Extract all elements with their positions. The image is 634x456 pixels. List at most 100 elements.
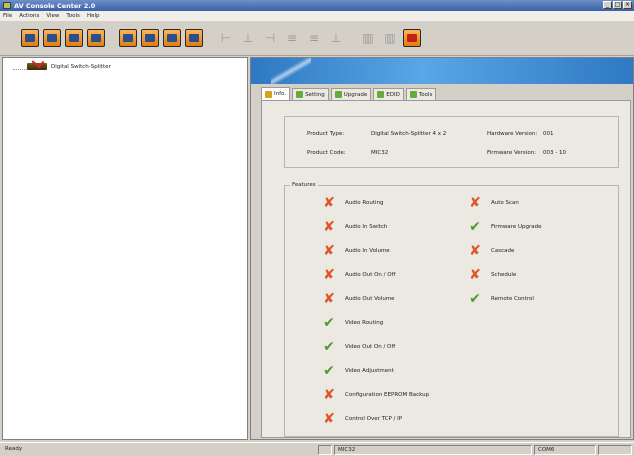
feature-label: Remote Control <box>491 296 534 302</box>
same-width-icon[interactable]: ▥ <box>359 29 377 47</box>
check-icon: ✔ <box>469 219 481 235</box>
feature-item: ✘ Configuration EEPROM Backup <box>321 388 429 402</box>
status-extra <box>598 445 632 455</box>
menu-file[interactable]: File <box>3 13 12 19</box>
tab-info[interactable]: Info. <box>261 87 291 100</box>
check-icon: ✔ <box>323 315 335 331</box>
align-middle-icon[interactable]: ≡ <box>305 29 323 47</box>
app-icon <box>3 2 11 9</box>
info-icon <box>265 90 272 98</box>
cross-icon: ✘ <box>469 243 481 259</box>
menu-tools[interactable]: Tools <box>66 13 80 19</box>
cross-icon: ✘ <box>323 411 335 427</box>
feature-item: ✘ Audio Out On / Off <box>321 268 395 282</box>
tab-info-label: Info. <box>274 91 287 97</box>
cross-icon: ✘ <box>469 267 481 283</box>
align-right-icon[interactable]: ⊣ <box>261 29 279 47</box>
export-icon[interactable] <box>87 29 105 47</box>
close-button[interactable]: × <box>623 1 632 9</box>
disconnect-icon[interactable] <box>141 29 159 47</box>
cross-icon: ✘ <box>323 219 335 235</box>
feature-item: ✘ Audio Out Volume <box>321 292 395 306</box>
feature-label: Auto Scan <box>491 200 519 206</box>
product-info-box: Product Type: Digital Switch-Splitter 4 … <box>284 116 619 168</box>
feature-label: Video Routing <box>345 320 384 326</box>
minimize-button[interactable]: _ <box>603 1 612 9</box>
device-tree: Digital Switch-Splitter <box>2 57 248 440</box>
check-icon: ✔ <box>323 339 335 355</box>
features-legend: Features <box>290 182 318 188</box>
align-center-icon[interactable]: ⊥ <box>239 29 257 47</box>
feature-item: ✔ Firmware Upgrade <box>467 220 541 234</box>
firmware-version-value: 003 - 10 <box>543 150 566 156</box>
window-controls: _ □ × <box>603 1 632 9</box>
open-folder-icon[interactable] <box>21 29 39 47</box>
window-title: AV Console Center 2.0 <box>14 1 96 10</box>
grid-icon[interactable] <box>185 29 203 47</box>
status-bar: Ready MIC32 COM6 <box>0 442 634 456</box>
feature-item: ✘ Audio Routing <box>321 196 383 210</box>
feature-item: ✘ Schedule <box>467 268 516 282</box>
menu-bar: File Actions View Tools Help <box>0 11 634 21</box>
check-icon: ✔ <box>323 363 335 379</box>
cross-icon: ✘ <box>323 387 335 403</box>
feature-label: Audio Routing <box>345 200 384 206</box>
same-height-icon[interactable]: ▥ <box>381 29 399 47</box>
menu-help[interactable]: Help <box>87 13 100 19</box>
tab-edid-label: EDID <box>386 91 400 98</box>
tab-upgrade[interactable]: Upgrade <box>330 88 372 100</box>
save-as-icon[interactable] <box>65 29 83 47</box>
feature-item: ✘ Auto Scan <box>467 196 519 210</box>
cross-icon: ✘ <box>323 267 335 283</box>
tree-line <box>13 69 27 70</box>
settings-icon[interactable] <box>403 29 421 47</box>
feature-label: Video Adjustment <box>345 368 394 374</box>
feature-label: Configuration EEPROM Backup <box>345 392 430 398</box>
feature-label: Audio Out Volume <box>345 296 395 302</box>
feature-item: ✔ Video Routing <box>321 316 383 330</box>
title-bar: AV Console Center 2.0 _ □ × <box>0 0 634 11</box>
product-type-label: Product Type: <box>307 131 345 137</box>
cross-icon: ✘ <box>323 243 335 259</box>
toolbar: ⊢ ⊥ ⊣ ≡ ≡ ⊥ ▥ ▥ <box>0 21 634 56</box>
feature-item: ✘ Audio In Volume <box>321 244 390 258</box>
feature-item: ✔ Video Adjustment <box>321 364 394 378</box>
banner <box>251 58 633 84</box>
cross-icon: ✘ <box>469 195 481 211</box>
feature-item: ✔ Video Out On / Off <box>321 340 395 354</box>
menu-actions[interactable]: Actions <box>19 13 39 19</box>
binoculars-icon[interactable] <box>119 29 137 47</box>
tab-setting[interactable]: Setting <box>292 88 329 100</box>
info-tab-panel: Product Type: Digital Switch-Splitter 4 … <box>261 100 631 438</box>
feature-item: ✘ Audio In Switch <box>321 220 387 234</box>
product-code-label: Product Code: <box>307 150 346 156</box>
feature-item: ✘ Cascade <box>467 244 514 258</box>
feature-label: Control Over TCP / IP <box>345 416 403 422</box>
product-code-value: MIC32 <box>371 150 389 156</box>
tab-edid[interactable]: EDID <box>373 88 404 100</box>
setting-icon <box>296 91 304 98</box>
tab-bar: Info. Setting Upgrade EDID Tools <box>261 87 437 100</box>
save-icon[interactable] <box>43 29 61 47</box>
status-port: COM6 <box>534 445 596 455</box>
tab-tools[interactable]: Tools <box>405 88 437 100</box>
feature-item: ✔ Remote Control <box>467 292 534 306</box>
tree-node-device[interactable]: Digital Switch-Splitter <box>27 63 111 70</box>
feature-label: Audio In Volume <box>345 248 390 254</box>
device-icon[interactable] <box>163 29 181 47</box>
feature-item: ✘ Control Over TCP / IP <box>321 412 402 426</box>
feature-label: Audio Out On / Off <box>345 272 396 278</box>
upgrade-icon <box>334 91 342 98</box>
feature-label: Cascade <box>491 248 515 254</box>
align-left-icon[interactable]: ⊢ <box>217 29 235 47</box>
tools-icon <box>409 91 417 98</box>
tree-node-label: Digital Switch-Splitter <box>51 63 111 70</box>
align-bottom-icon[interactable]: ⊥ <box>327 29 345 47</box>
align-top-icon[interactable]: ≡ <box>283 29 301 47</box>
maximize-button[interactable]: □ <box>613 1 622 9</box>
content-panel: Info. Setting Upgrade EDID Tools Product… <box>250 57 634 440</box>
firmware-version-label: Firmware Version: <box>487 150 537 156</box>
status-text: Ready <box>5 446 23 452</box>
menu-view[interactable]: View <box>46 13 59 19</box>
tab-tools-label: Tools <box>418 91 433 98</box>
